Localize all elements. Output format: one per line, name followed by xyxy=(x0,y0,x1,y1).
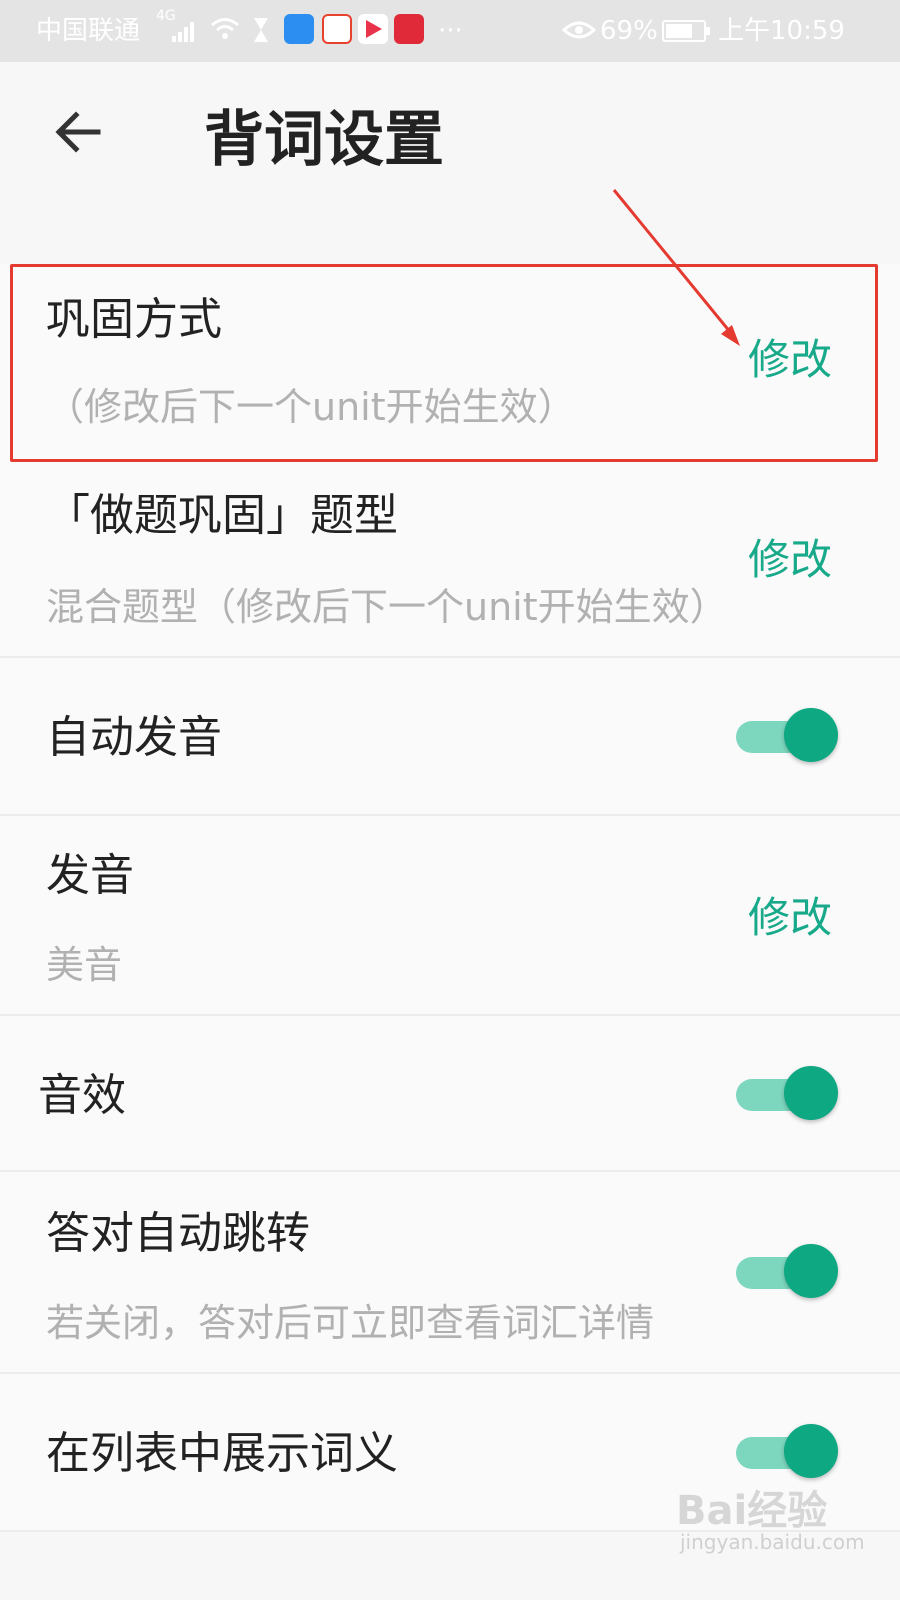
setting-subtitle: 若关闭，答对后可立即查看词汇详情 xyxy=(46,1301,655,1345)
app-notification-icon xyxy=(394,14,424,44)
watermark: Bai经验 jingyan.baidu.com xyxy=(676,1478,886,1558)
toggle-knob xyxy=(784,1066,838,1120)
setting-title: 音效 xyxy=(38,1070,126,1121)
modify-button[interactable]: 修改 xyxy=(748,532,832,588)
app-notification-icon xyxy=(284,14,314,44)
setting-title: 自动发音 xyxy=(46,712,222,763)
sound-effects-toggle[interactable] xyxy=(736,1066,838,1122)
auto-advance-toggle[interactable] xyxy=(736,1244,838,1300)
app-notification-icon xyxy=(322,14,352,44)
clock-label: 上午10:59 xyxy=(718,16,845,46)
status-bar: 中国联通 4G ··· 69% 上午10:59 xyxy=(0,0,900,62)
back-arrow-icon[interactable] xyxy=(48,102,108,162)
page-title: 背词设置 xyxy=(204,105,444,175)
toggle-knob xyxy=(784,708,838,762)
carrier-label: 中国联通 xyxy=(36,16,141,46)
app-notification-icon xyxy=(358,14,388,44)
toggle-knob xyxy=(784,1424,838,1478)
toggle-knob xyxy=(784,1244,838,1298)
setting-row-auto-advance: 答对自动跳转 若关闭，答对后可立即查看词汇详情 xyxy=(0,1172,900,1372)
signal-icon xyxy=(172,20,198,42)
setting-row-pronunciation: 发音 美音 修改 xyxy=(0,816,900,1014)
eye-icon xyxy=(562,21,596,39)
setting-title: 「做题巩固」题型 xyxy=(46,490,398,541)
setting-row-auto-pronounce: 自动发音 xyxy=(0,658,900,814)
setting-title: 在列表中展示词义 xyxy=(46,1428,398,1479)
setting-subtitle: 美音 xyxy=(46,943,123,987)
wifi-icon xyxy=(211,18,239,39)
hourglass-icon xyxy=(254,18,268,42)
watermark-url: jingyan.baidu.com xyxy=(680,1530,865,1554)
setting-title: 发音 xyxy=(46,850,134,901)
modify-button[interactable]: 修改 xyxy=(748,890,832,946)
app-header: 背词设置 xyxy=(0,62,900,212)
setting-subtitle: 混合题型（修改后下一个unit开始生效） xyxy=(46,585,728,629)
battery-icon xyxy=(662,20,710,42)
auto-pronounce-toggle[interactable] xyxy=(736,708,838,764)
more-notifications-icon: ··· xyxy=(438,16,463,46)
show-meaning-toggle[interactable] xyxy=(736,1424,838,1480)
setting-row-quiz-type: 「做题巩固」题型 混合题型（修改后下一个unit开始生效） 修改 xyxy=(0,460,900,656)
battery-percent: 69% xyxy=(600,16,658,46)
setting-title: 答对自动跳转 xyxy=(46,1208,310,1259)
annotation-highlight-box xyxy=(10,264,878,462)
setting-row-sound-effects: 音效 xyxy=(0,1016,900,1170)
watermark-logo: Bai经验 xyxy=(676,1488,828,1534)
